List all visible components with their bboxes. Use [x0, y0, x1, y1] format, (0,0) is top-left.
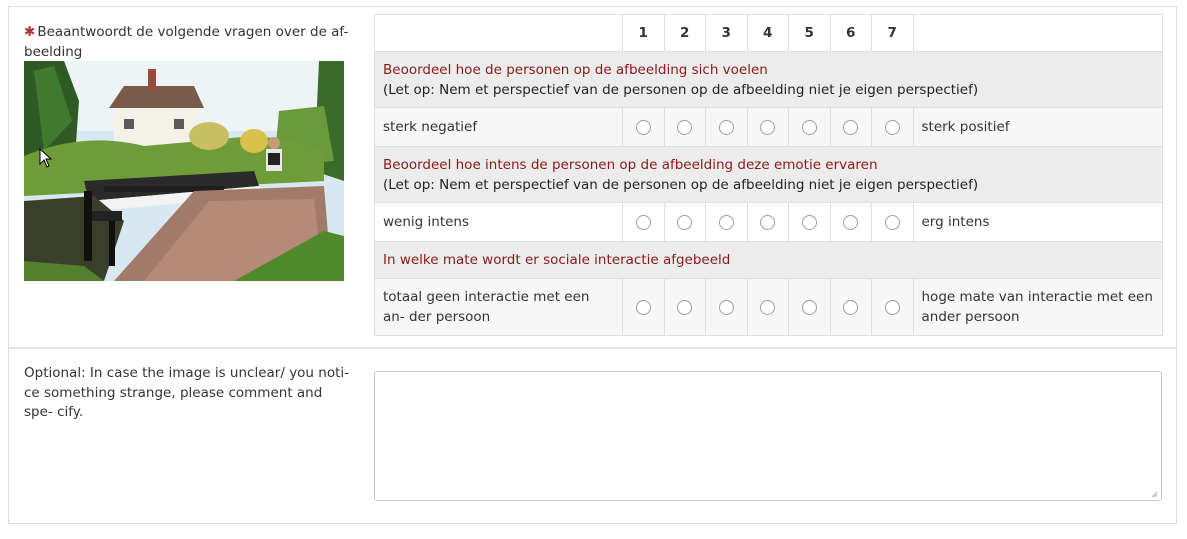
radio-feelings-3[interactable] [718, 119, 734, 135]
subquestion-note: (Let op: Nem et perspectief van de perso… [383, 176, 979, 193]
anchor-right: sterk positief [912, 107, 1163, 147]
radio-intensity-4[interactable] [760, 214, 776, 230]
radio-intensity-6[interactable] [843, 214, 859, 230]
radio-intensity-5[interactable] [801, 214, 817, 230]
subquestion-title: Beoordeel hoe de personen op de afbeeldi… [383, 61, 768, 78]
radio-intensity-1[interactable] [635, 214, 651, 230]
header-blank-right [912, 14, 1163, 52]
radio-interaction-1[interactable] [635, 299, 651, 315]
answer-row-interaction: totaal geen interactie met een an- der p… [374, 278, 1163, 336]
scale-label-4: 4 [746, 14, 789, 52]
scale-label-5: 5 [788, 14, 831, 52]
subquestion-header-feelings: Beoordeel hoe de personen op de afbeeldi… [374, 51, 1163, 108]
radio-interaction-6[interactable] [843, 299, 859, 315]
scale-label-6: 6 [829, 14, 872, 52]
anchor-right: erg intens [912, 202, 1163, 242]
answer-row-intensity: wenig intens erg intens [374, 202, 1163, 242]
radio-feelings-5[interactable] [801, 119, 817, 135]
radio-feelings-6[interactable] [843, 119, 859, 135]
comment-textarea[interactable] [374, 371, 1162, 501]
scale-header-row: 1 2 3 4 5 6 7 [374, 14, 1163, 52]
question-label: ✱ Beaantwoordt de volgende vragen over de… [24, 22, 350, 62]
scale-label-2: 2 [663, 14, 706, 52]
anchor-right: hoge mate van interactie met een ander p… [912, 278, 1163, 336]
subquestion-header-intensity: Beoordeel hoe intens de personen op de a… [374, 146, 1163, 203]
subquestion-title: In welke mate wordt er sociale interacti… [383, 252, 731, 268]
resize-grip-icon[interactable] [1150, 490, 1158, 498]
scale-label-3: 3 [705, 14, 748, 52]
question-text: Beaantwoordt de volgende vragen over de … [24, 24, 349, 60]
anchor-left: totaal geen interactie met een an- der p… [374, 278, 623, 336]
radio-feelings-2[interactable] [677, 119, 693, 135]
radio-feelings-7[interactable] [884, 119, 900, 135]
header-blank-left [374, 14, 623, 52]
mouse-pointer-icon [39, 148, 53, 168]
subquestion-note: (Let op: Nem et perspectief van de perso… [383, 81, 979, 98]
radio-interaction-3[interactable] [718, 299, 734, 315]
subquestion-title: Beoordeel hoe intens de personen op de a… [383, 156, 878, 173]
radio-interaction-7[interactable] [884, 299, 900, 315]
radio-interaction-2[interactable] [677, 299, 693, 315]
radio-feelings-1[interactable] [635, 119, 651, 135]
radio-interaction-5[interactable] [801, 299, 817, 315]
subquestion-header-interaction: In welke mate wordt er sociale interacti… [374, 241, 1163, 279]
section-divider [8, 347, 1177, 349]
required-marker: ✱ [24, 24, 36, 40]
radio-intensity-7[interactable] [884, 214, 900, 230]
radio-feelings-4[interactable] [760, 119, 776, 135]
anchor-left: sterk negatief [374, 107, 623, 147]
answer-row-feelings: sterk negatief sterk positief [374, 107, 1163, 147]
radio-intensity-3[interactable] [718, 214, 734, 230]
radio-intensity-2[interactable] [677, 214, 693, 230]
scale-label-1: 1 [622, 14, 665, 52]
radio-interaction-4[interactable] [760, 299, 776, 315]
optional-comment-label: Optional: In case the image is unclear/ … [24, 365, 350, 420]
stimulus-image [24, 61, 344, 281]
scale-label-7: 7 [871, 14, 914, 52]
rating-grid: 1 2 3 4 5 6 7 Beoordeel hoe de personen … [374, 14, 1163, 336]
anchor-left: wenig intens [374, 202, 623, 242]
